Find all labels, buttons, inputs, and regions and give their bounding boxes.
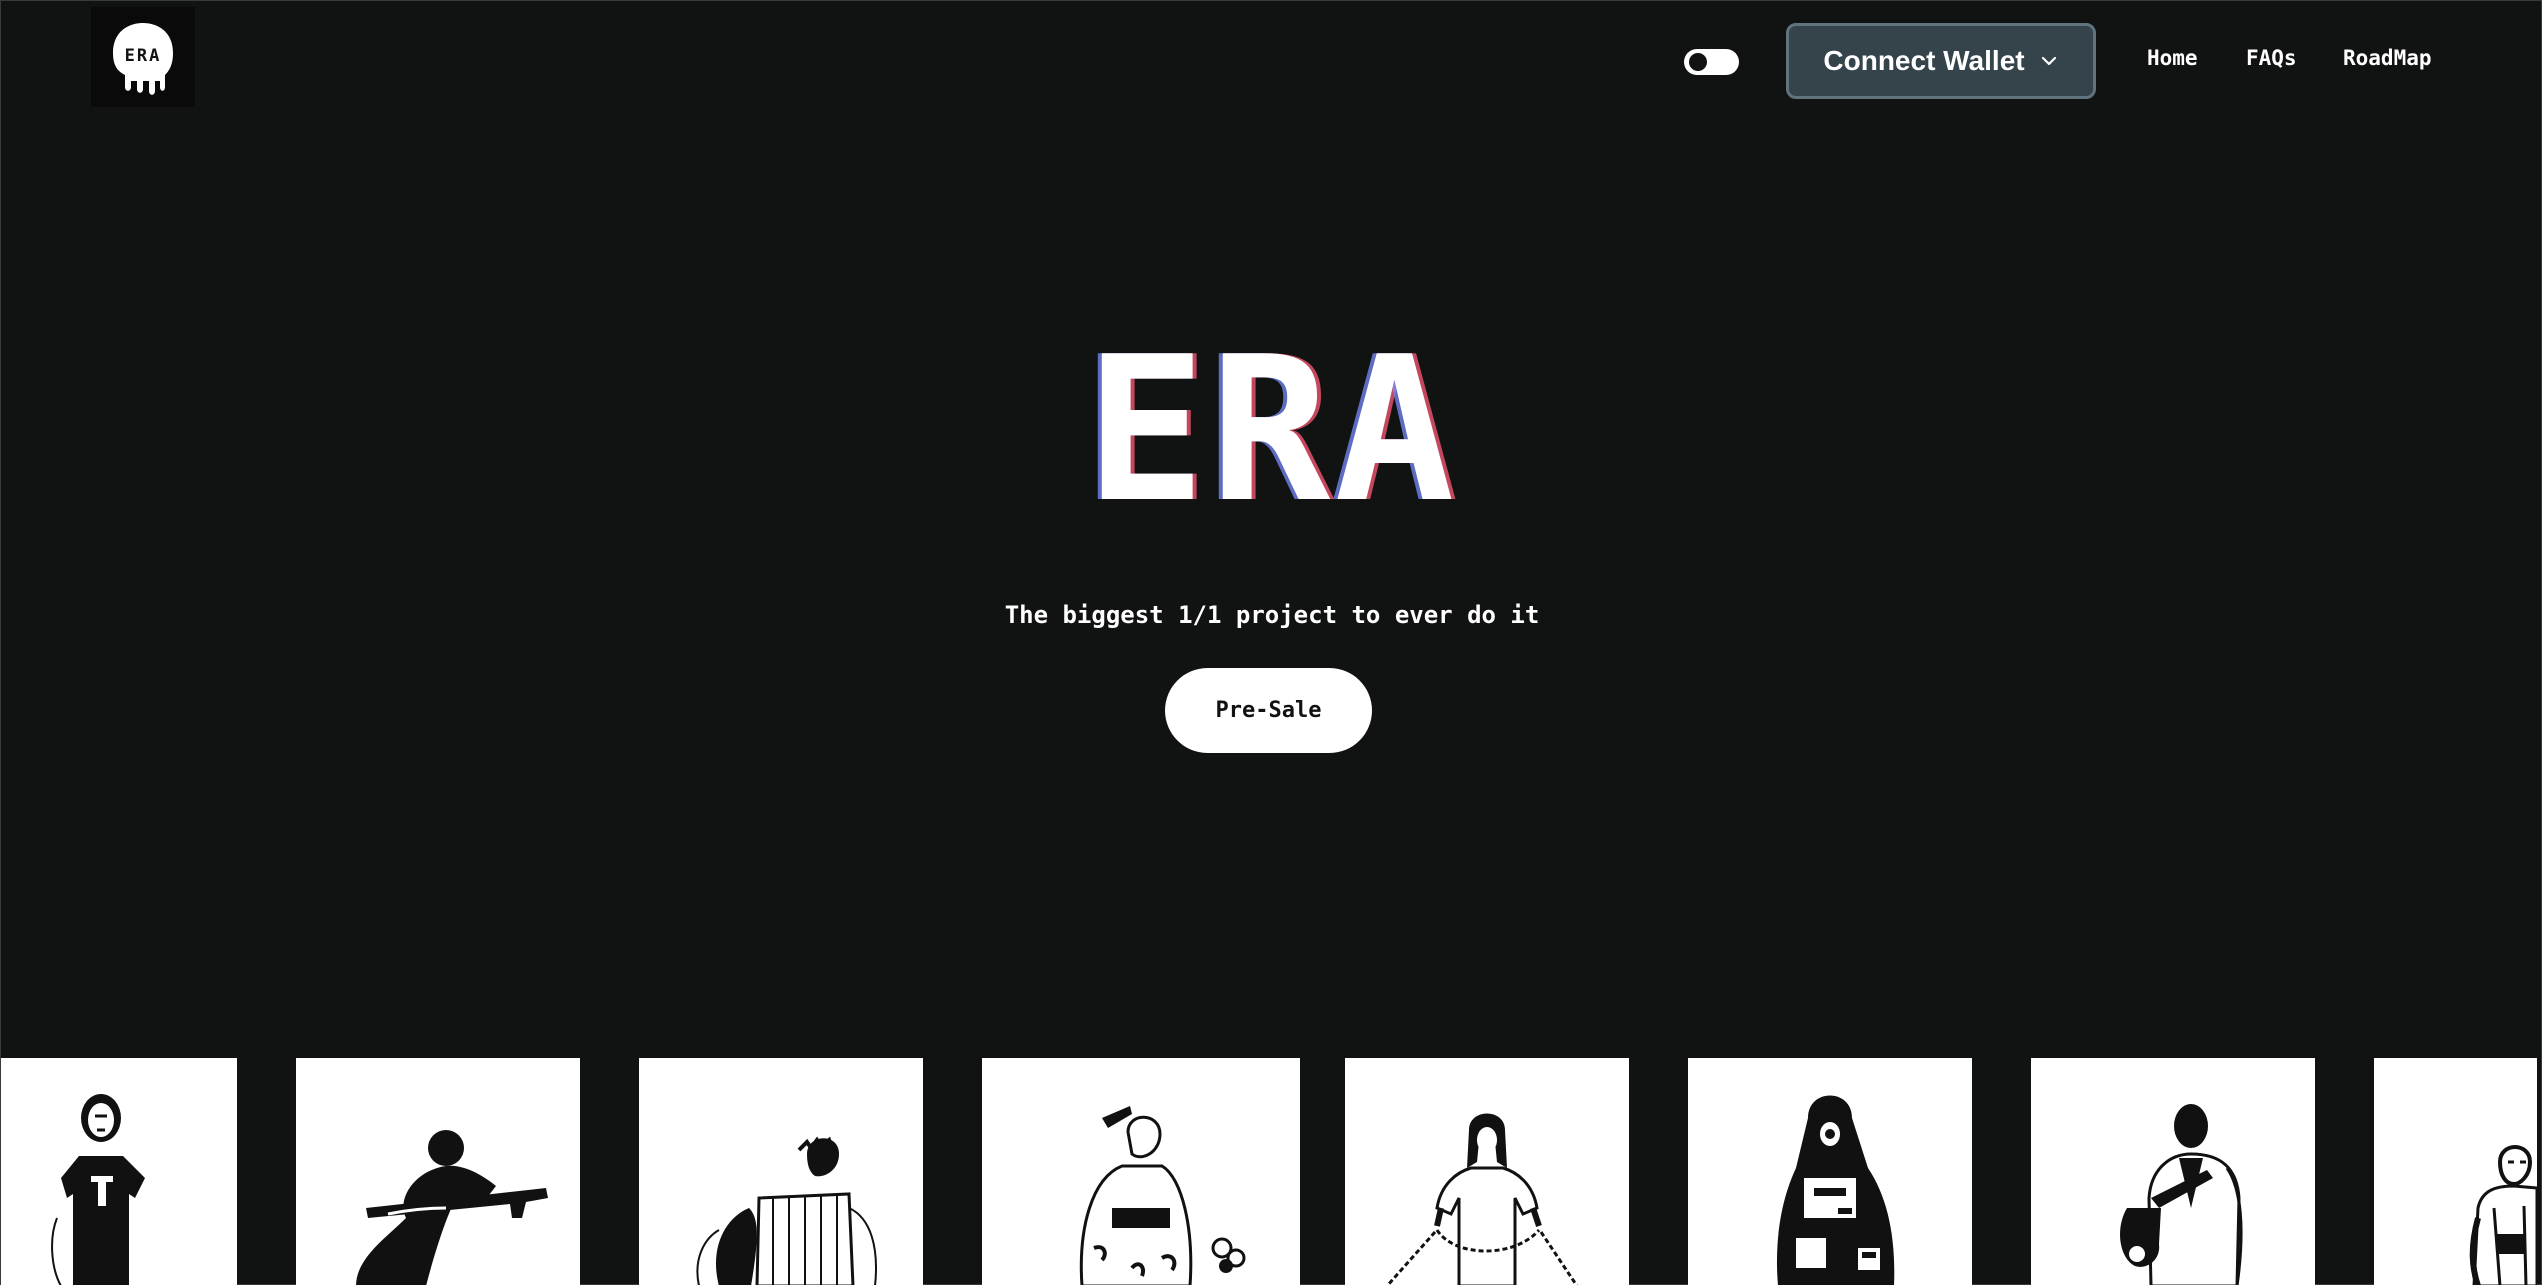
- theme-toggle[interactable]: [1684, 49, 1739, 75]
- nav-roadmap-link[interactable]: RoadMap: [2343, 46, 2432, 70]
- nav-home-link[interactable]: Home: [2147, 46, 2198, 70]
- gallery-card[interactable]: [1, 1058, 237, 1285]
- gallery-card[interactable]: [2031, 1058, 2315, 1285]
- gallery-card[interactable]: [2374, 1058, 2537, 1285]
- person-overalls-illustration: [2469, 1145, 2537, 1285]
- soldier-rifle-illustration: [356, 1130, 548, 1285]
- connect-wallet-label: Connect Wallet: [1823, 45, 2025, 76]
- gallery-card[interactable]: [1345, 1058, 1629, 1285]
- hero-title: ERA: [1085, 314, 1459, 547]
- nav-faqs-link[interactable]: FAQs: [2246, 46, 2297, 70]
- hero-tagline: The biggest 1/1 project to ever do it: [1004, 601, 1540, 629]
- gallery-card[interactable]: [296, 1058, 580, 1285]
- person-crate-illustration: [696, 1136, 877, 1285]
- page: ERA Connect Wallet Home FAQs RoadMap ERA…: [0, 0, 2542, 1285]
- gallery-card[interactable]: [982, 1058, 1300, 1285]
- toggle-knob: [1689, 53, 1707, 71]
- skull-logo-icon[interactable]: ERA: [91, 7, 195, 107]
- hooded-figure-illustration: [1776, 1095, 1895, 1285]
- woman-chain-illustration: [1385, 1113, 1579, 1285]
- skull-logo-graphic: ERA: [113, 23, 173, 95]
- person-tshirt-illustration: [51, 1094, 145, 1285]
- gallery-card[interactable]: [639, 1058, 923, 1285]
- presale-button[interactable]: Pre-Sale: [1165, 668, 1372, 753]
- gallery-card[interactable]: [1688, 1058, 1972, 1285]
- connect-wallet-button[interactable]: Connect Wallet: [1786, 23, 2096, 99]
- chevron-down-icon: [2041, 56, 2056, 66]
- nft-gallery: [1, 1058, 2542, 1285]
- logo-text: ERA: [125, 46, 162, 66]
- saxophone-player-illustration: [2120, 1104, 2243, 1285]
- kimono-woman-illustration: [1079, 1106, 1246, 1285]
